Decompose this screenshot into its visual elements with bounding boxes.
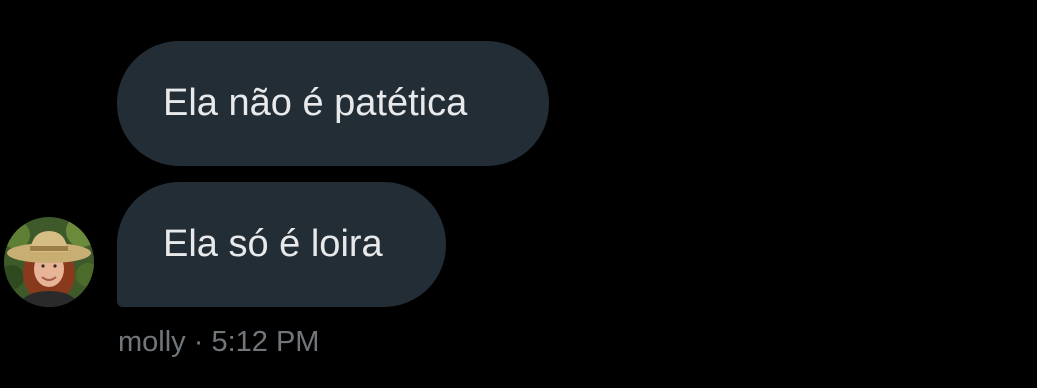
dm-conversation: Ela não é patética Ela só é loira molly … — [0, 0, 1037, 388]
user-avatar-icon — [4, 217, 94, 307]
message-timestamp: 5:12 PM — [211, 326, 320, 358]
message-meta: molly · 5:12 PM — [118, 324, 319, 360]
message-bubble[interactable]: Ela só é loira — [117, 182, 446, 307]
message-text: Ela só é loira — [163, 223, 383, 265]
meta-separator: · — [193, 326, 204, 358]
sender-name[interactable]: molly — [118, 326, 186, 358]
message-bubble[interactable]: Ela não é patética — [117, 41, 549, 166]
message-text: Ela não é patética — [163, 82, 468, 124]
sender-avatar[interactable] — [4, 217, 94, 307]
